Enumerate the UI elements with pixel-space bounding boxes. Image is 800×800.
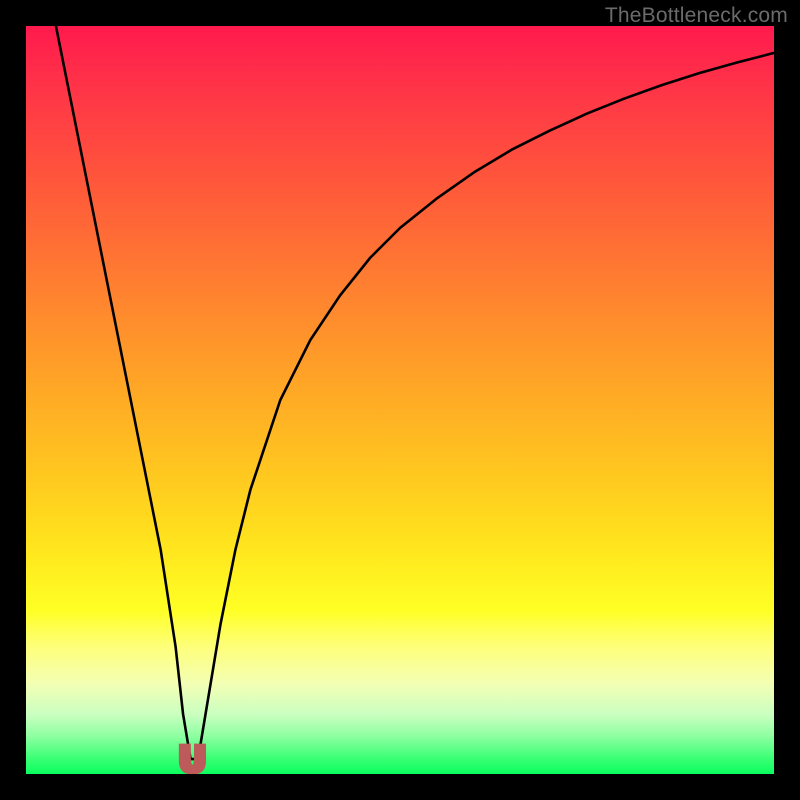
watermark-text: TheBottleneck.com [605,4,788,28]
chart-frame: TheBottleneck.com [0,0,800,800]
bottleneck-curve-svg [26,26,774,774]
plot-area [26,26,774,774]
bottleneck-curve [56,26,774,759]
